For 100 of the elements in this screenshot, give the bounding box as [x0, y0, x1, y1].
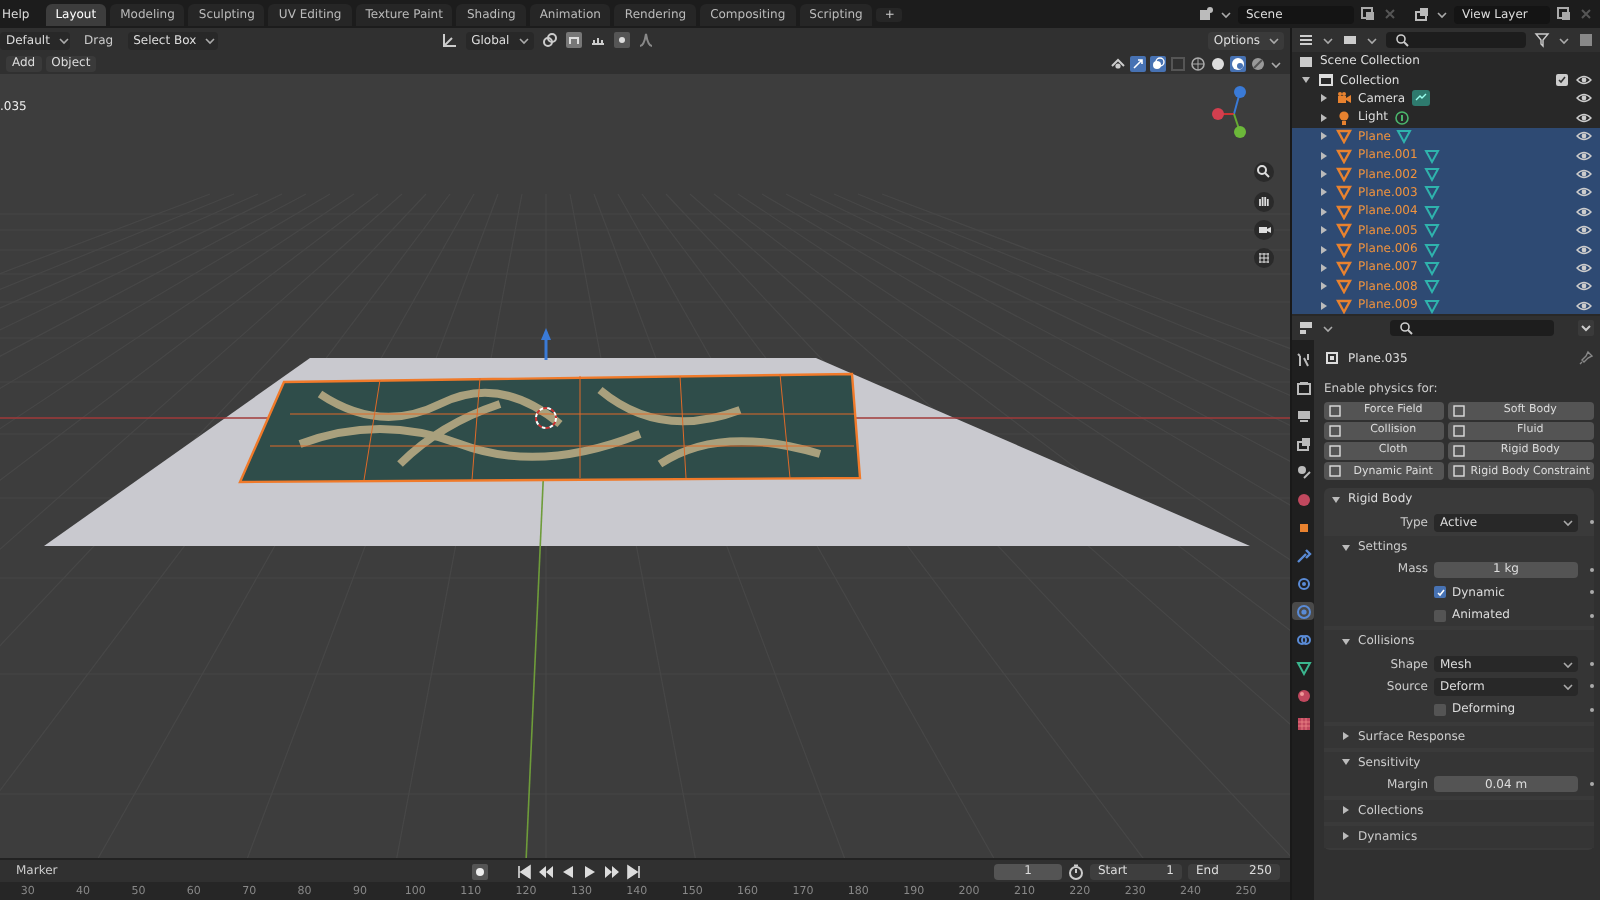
eye-icon[interactable] [1576, 222, 1592, 239]
expanded-triangle-icon[interactable] [1330, 493, 1342, 506]
eye-icon[interactable] [1576, 241, 1592, 258]
tab-icon [1295, 715, 1311, 731]
collapsed-triangle-icon[interactable] [1318, 299, 1330, 312]
collapsed-triangle-icon[interactable] [1340, 730, 1352, 743]
collapsed-triangle-icon[interactable] [1318, 205, 1330, 218]
eye-icon[interactable] [1576, 203, 1592, 220]
collapsed-triangle-icon[interactable] [1340, 830, 1352, 843]
search-field[interactable] [1390, 320, 1554, 336]
camera-data-icon[interactable] [1411, 90, 1430, 107]
checkbox[interactable] [1434, 586, 1446, 599]
modifier-tab[interactable] [1292, 546, 1314, 564]
pivot-icon[interactable] [541, 32, 558, 48]
view-layer-icon[interactable] [1414, 6, 1430, 22]
scene-icon[interactable] [1198, 6, 1214, 22]
snap-icon[interactable] [565, 32, 582, 48]
checkbox[interactable] [1434, 609, 1446, 622]
visibility-icon[interactable] [1110, 55, 1126, 71]
eye-icon[interactable] [1576, 297, 1592, 314]
wireframe-shading-icon[interactable] [1190, 55, 1206, 71]
material-shading-icon[interactable] [1230, 55, 1246, 71]
particles-tab[interactable] [1292, 574, 1314, 592]
display-mode-icon[interactable] [1298, 32, 1314, 48]
grid-icon[interactable] [1254, 248, 1274, 268]
rendered-shading-icon[interactable] [1250, 55, 1266, 71]
search-field[interactable] [1386, 32, 1526, 48]
collapsed-triangle-icon[interactable] [1318, 186, 1330, 199]
light-data-icon[interactable] [1393, 109, 1410, 126]
editor-type-icon[interactable] [1298, 320, 1314, 336]
eye-icon[interactable] [1576, 128, 1592, 145]
overlay-icon[interactable] [1150, 55, 1166, 71]
material-tab[interactable] [1292, 686, 1314, 704]
collapsed-triangle-icon[interactable] [1318, 280, 1330, 293]
collapsed-triangle-icon[interactable] [1318, 224, 1330, 237]
solid-shading-icon[interactable] [1210, 55, 1226, 71]
collapsed-triangle-icon[interactable] [1318, 111, 1330, 124]
falloff-curve-icon[interactable] [637, 32, 654, 48]
collapsed-triangle-icon[interactable] [1318, 243, 1330, 256]
collection-icon [1318, 72, 1334, 89]
view-layer-tab[interactable] [1292, 434, 1314, 452]
copy-icon[interactable] [1360, 6, 1376, 22]
expanded-triangle-icon[interactable] [1340, 756, 1352, 769]
eye-icon[interactable] [1576, 147, 1592, 164]
eye-icon[interactable] [1576, 184, 1592, 201]
copy-icon[interactable] [1556, 6, 1572, 22]
collapsed-triangle-icon[interactable] [1340, 804, 1352, 817]
render-tab[interactable] [1292, 378, 1314, 396]
square-icon [1328, 464, 1342, 479]
transform-arrow-icon[interactable] [541, 328, 551, 360]
eye-icon[interactable] [1576, 278, 1592, 295]
world-tab[interactable] [1292, 490, 1314, 508]
eye-icon[interactable] [1576, 72, 1592, 89]
scene-tab[interactable] [1292, 462, 1314, 480]
collapsed-triangle-icon[interactable] [1318, 130, 1330, 143]
expanded-triangle-icon[interactable] [1340, 635, 1352, 648]
stopwatch-icon[interactable] [1068, 863, 1084, 879]
checkbox[interactable] [1434, 703, 1446, 716]
expanded-triangle-icon[interactable] [1300, 74, 1312, 87]
mesh-data-tab[interactable] [1292, 658, 1314, 676]
jump-to-start-icon[interactable] [515, 863, 532, 879]
square-icon [1328, 443, 1342, 458]
proportional-edit-icon[interactable] [613, 32, 630, 48]
square-icon [1328, 423, 1342, 438]
output-tab[interactable] [1292, 406, 1314, 424]
snap-target-icon[interactable] [589, 32, 606, 48]
collapsed-triangle-icon[interactable] [1318, 149, 1330, 162]
new-collection-icon[interactable] [1578, 32, 1594, 48]
record-button-icon[interactable] [471, 863, 488, 879]
caret-icon [1322, 322, 1334, 334]
jump-to-end-icon[interactable] [625, 863, 642, 879]
options-caret-icon[interactable] [1578, 320, 1594, 336]
eye-icon[interactable] [1576, 109, 1592, 126]
navigation-gizmo[interactable] [1212, 86, 1246, 138]
physics-tab[interactable] [1292, 602, 1314, 620]
gizmo-icon[interactable] [1130, 55, 1146, 71]
checkbox-icon[interactable] [1554, 72, 1570, 89]
tool-tab[interactable] [1292, 350, 1314, 368]
light-bulb-icon [1336, 109, 1352, 126]
caret-icon [1322, 34, 1334, 46]
eye-icon[interactable] [1576, 90, 1592, 107]
expanded-triangle-icon[interactable] [1340, 541, 1352, 554]
camera-icon[interactable] [1254, 220, 1274, 240]
texture-tab[interactable] [1292, 714, 1314, 732]
eye-icon[interactable] [1576, 259, 1592, 276]
square-icon [1452, 443, 1467, 458]
filter-view-icon[interactable] [1342, 32, 1358, 48]
orientation-icon[interactable] [441, 32, 458, 48]
zoom-icon[interactable] [1254, 162, 1274, 182]
caret-icon [204, 34, 217, 46]
collapsed-triangle-icon[interactable] [1318, 92, 1330, 105]
collapsed-triangle-icon[interactable] [1318, 261, 1330, 274]
caret-icon [1220, 8, 1232, 20]
hand-icon[interactable] [1254, 192, 1274, 212]
pin-icon[interactable] [1578, 350, 1594, 366]
collapsed-triangle-icon[interactable] [1318, 168, 1330, 181]
square-icon [1328, 403, 1342, 418]
constraints-tab[interactable] [1292, 630, 1314, 648]
eye-icon[interactable] [1576, 166, 1592, 183]
filter-icon[interactable] [1534, 32, 1550, 48]
